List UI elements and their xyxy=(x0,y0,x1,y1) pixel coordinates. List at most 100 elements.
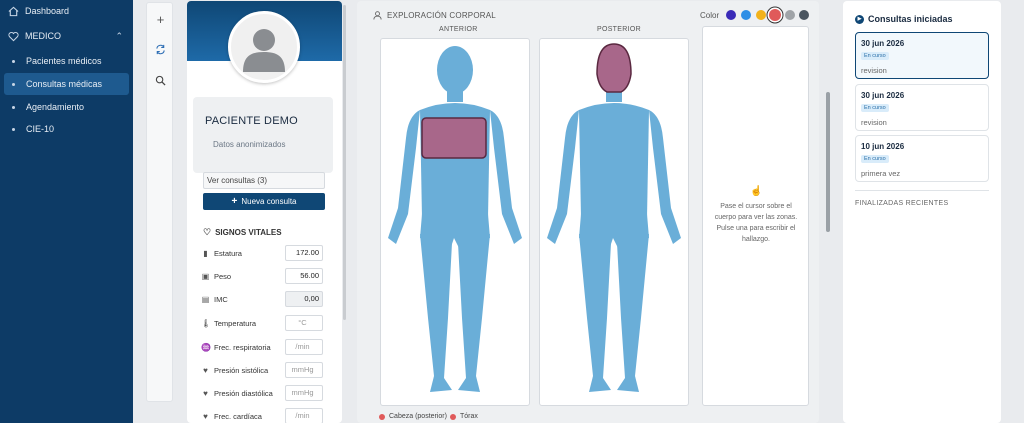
legend-dot xyxy=(450,413,456,420)
peso-input[interactable]: 56.00 xyxy=(285,268,323,284)
imc-field: 0,00 xyxy=(285,291,323,307)
status-badge: En curso xyxy=(861,155,889,163)
exploracion-scrollbar[interactable] xyxy=(826,92,830,232)
ver-consultas-select[interactable]: Ver consultas (3) xyxy=(203,172,325,189)
consulta-date: 10 jun 2026 xyxy=(861,142,905,151)
play-icon: ▶ xyxy=(855,14,864,24)
vital-row-estatura: ▮ Estatura 172.00 xyxy=(201,244,325,262)
add-button[interactable]: + xyxy=(147,9,174,29)
bullet-icon xyxy=(12,127,15,131)
status-badge: En curso xyxy=(861,104,889,112)
heartbeat-icon: ♥ xyxy=(203,388,208,398)
frec-resp-input[interactable]: /min xyxy=(285,339,323,355)
plus-icon: + xyxy=(156,11,165,27)
consulta-card[interactable]: 30 jun 2026 En curso revision xyxy=(855,84,989,131)
consulta-date: 30 jun 2026 xyxy=(861,91,905,100)
estatura-input[interactable]: 172.00 xyxy=(285,245,323,261)
color-swatch-purple[interactable] xyxy=(726,10,736,20)
vital-row-imc: ▤ IMC 0,00 xyxy=(201,290,325,308)
consulta-card[interactable]: 30 jun 2026 En curso revision xyxy=(855,32,989,79)
vital-label: Frec. respiratoria xyxy=(214,342,271,352)
hint-text: Pase el cursor sobre el cuerpo para ver … xyxy=(714,203,798,243)
legend-torax[interactable]: Tórax xyxy=(450,413,478,420)
sidebar-item-label: Consultas médicas xyxy=(26,79,103,89)
vital-row-peso: ▣ Peso 56.00 xyxy=(201,267,325,285)
bullet-icon xyxy=(12,105,15,109)
status-badge: En curso xyxy=(861,52,889,60)
vital-row-frec-resp: ♒ Frec. respiratoria /min xyxy=(201,338,325,356)
lungs-icon: ♒ xyxy=(201,342,211,352)
refresh-icon xyxy=(156,44,165,54)
sidebar: Dashboard MEDICO ⌃ Pacientes médicos Con… xyxy=(0,0,133,423)
posterior-label: POSTERIOR xyxy=(597,26,641,33)
exploracion-title: EXPLORACIÓN CORPORAL xyxy=(373,11,496,20)
search-button[interactable] xyxy=(147,70,174,90)
vital-row-presion-diast: ♥ Presión diastólica mmHg xyxy=(201,384,325,402)
pointer-icon: ☝ xyxy=(750,186,763,197)
heart-icon xyxy=(8,31,19,41)
color-swatch-yellow[interactable] xyxy=(756,10,766,20)
consultas-title-text: Consultas iniciadas xyxy=(868,14,953,24)
color-swatch-red-selected[interactable] xyxy=(769,9,781,21)
refresh-button[interactable] xyxy=(147,39,174,59)
scale-icon: ▣ xyxy=(201,271,210,281)
vital-row-presion-sist: ♥ Presión sistólica mmHg xyxy=(201,361,325,379)
thermometer-icon: 🌡 xyxy=(201,318,212,328)
body-posterior-figure[interactable] xyxy=(539,38,689,406)
consulta-type: revision xyxy=(861,66,887,75)
sidebar-item-dashboard[interactable]: Dashboard xyxy=(0,0,133,22)
plus-icon: + xyxy=(231,196,238,207)
color-swatch-slate[interactable] xyxy=(799,10,809,20)
sidebar-item-medico[interactable]: MEDICO ⌃ xyxy=(0,25,133,47)
vital-label: Frec. cardíaca xyxy=(214,411,262,421)
legend-cabeza-posterior[interactable]: Cabeza (posterior) xyxy=(379,413,447,420)
vital-row-temperatura: 🌡 Temperatura °C xyxy=(201,314,325,332)
tool-strip: + xyxy=(146,2,173,402)
chevron-up-icon: ⌃ xyxy=(115,30,123,41)
sidebar-item-label: Pacientes médicos xyxy=(26,56,102,66)
color-swatch-gray[interactable] xyxy=(785,10,795,20)
vital-label: Peso xyxy=(214,271,232,281)
heartbeat-icon: ♡ xyxy=(203,227,212,237)
consulta-type: primera vez xyxy=(861,169,901,178)
vital-label: IMC xyxy=(214,294,228,304)
cabeza-posterior-zone[interactable] xyxy=(596,43,632,93)
vital-label: Temperatura xyxy=(214,318,257,328)
vital-row-frec-card: ♥ Frec. cardíaca /min xyxy=(201,407,325,423)
exploracion-title-text: EXPLORACIÓN CORPORAL xyxy=(387,11,496,20)
legend-dot xyxy=(379,413,385,420)
temperatura-input[interactable]: °C xyxy=(285,315,323,331)
nueva-consulta-button[interactable]: + Nueva consulta xyxy=(203,193,325,210)
consulta-date: 30 jun 2026 xyxy=(861,39,905,48)
bullet-icon xyxy=(12,82,15,86)
sidebar-item-consultas[interactable]: Consultas médicas xyxy=(4,73,129,95)
torax-zone[interactable] xyxy=(421,117,487,159)
calculator-icon: ▤ xyxy=(201,294,210,304)
color-swatch-blue[interactable] xyxy=(741,10,751,20)
avatar xyxy=(228,11,300,83)
vital-label: Presión diastólica xyxy=(214,388,273,398)
sidebar-item-pacientes[interactable]: Pacientes médicos xyxy=(0,50,133,72)
patient-scrollbar[interactable] xyxy=(343,5,346,320)
heart-icon: ♥ xyxy=(203,411,208,421)
search-icon xyxy=(155,75,166,86)
patient-subtitle: Datos anonimizados xyxy=(213,140,286,149)
consulta-card[interactable]: 10 jun 2026 En curso primera vez xyxy=(855,135,989,182)
home-icon xyxy=(8,6,19,16)
nueva-consulta-label: Nueva consulta xyxy=(241,197,297,206)
sidebar-item-agendamiento[interactable]: Agendamiento xyxy=(0,96,133,118)
presion-diastolica-input[interactable]: mmHg xyxy=(285,385,323,401)
finalizadas-title: FINALIZADAS RECIENTES xyxy=(855,200,949,207)
vital-label: Presión sistólica xyxy=(214,365,269,375)
frec-cardiaca-input[interactable]: /min xyxy=(285,408,323,423)
presion-sistolica-input[interactable]: mmHg xyxy=(285,362,323,378)
patient-card xyxy=(193,97,333,173)
consulta-type: revision xyxy=(861,118,887,127)
bullet-icon xyxy=(12,59,15,63)
vital-label: Estatura xyxy=(214,248,242,258)
patient-name: PACIENTE DEMO xyxy=(205,115,298,127)
vitals-title: ♡ SIGNOS VITALES xyxy=(203,227,282,238)
sidebar-item-cie10[interactable]: CIE-10 xyxy=(0,118,133,140)
body-anterior-figure[interactable] xyxy=(380,38,530,406)
ruler-icon: ▮ xyxy=(203,248,208,258)
